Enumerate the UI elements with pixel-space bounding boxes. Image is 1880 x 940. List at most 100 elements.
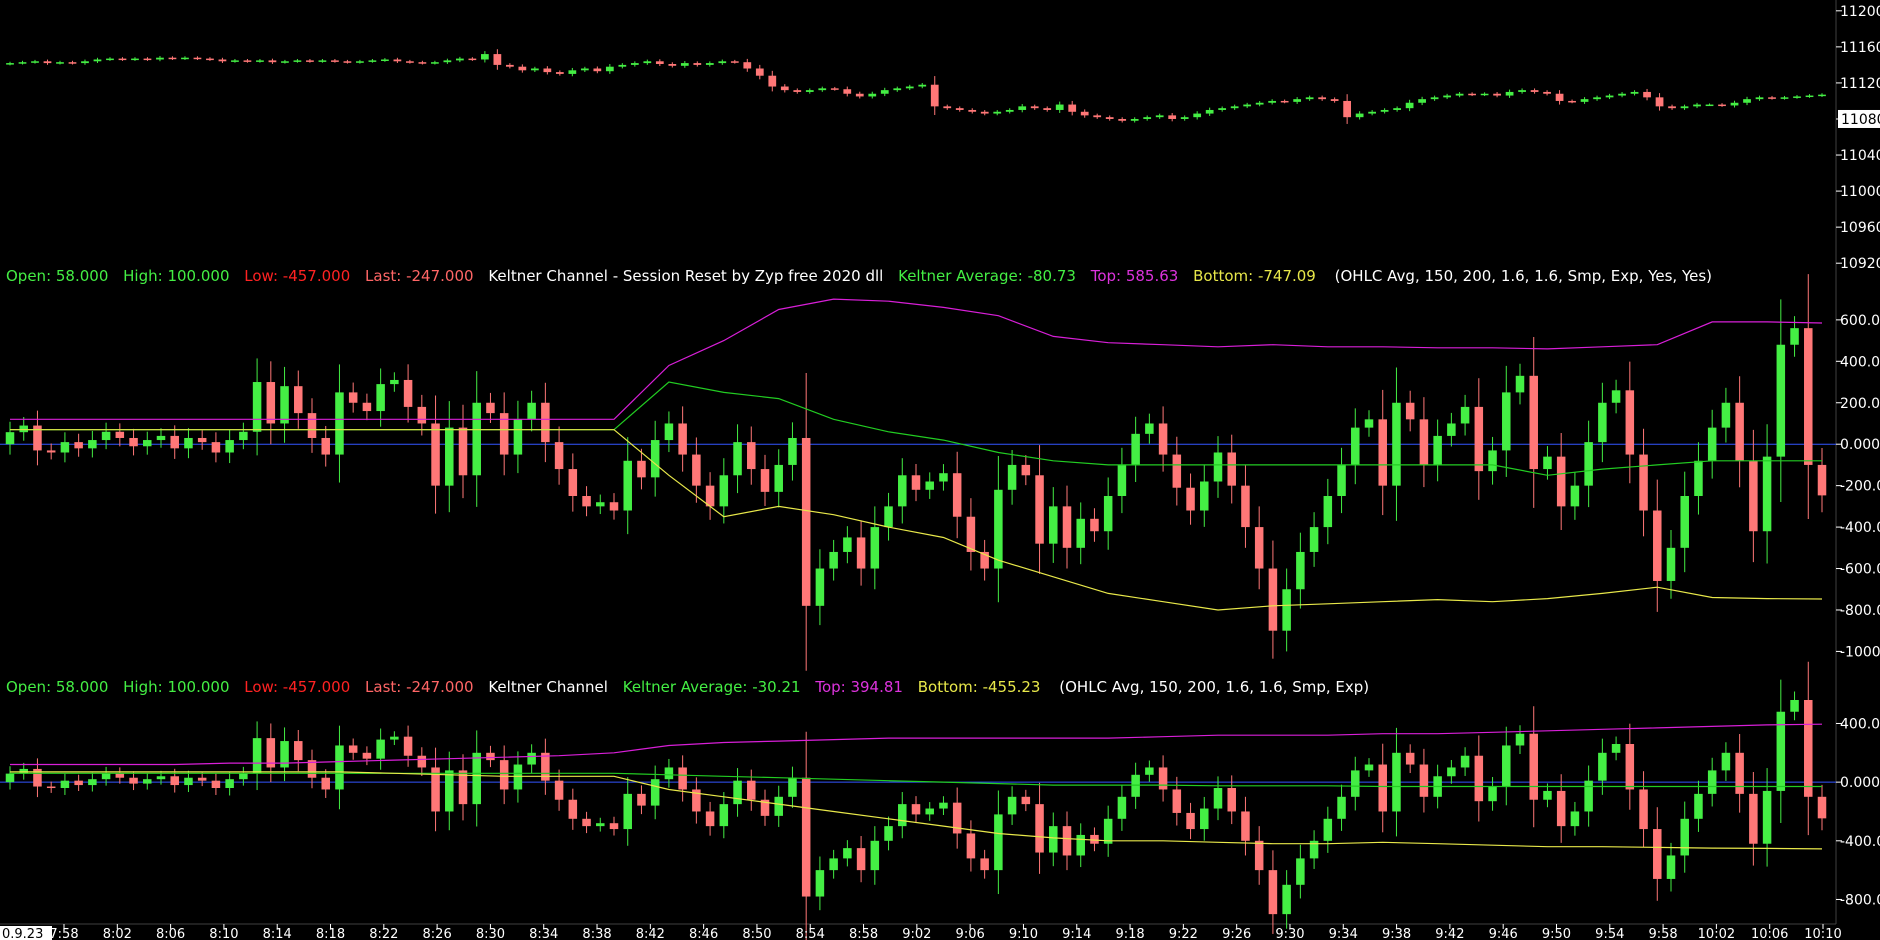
p2-tick-label: -600.0 xyxy=(1840,562,1880,578)
time-tick-label: 9:02 xyxy=(902,927,931,940)
time-tick-label: 9:06 xyxy=(956,927,985,940)
p2-tick-label: 200.0 xyxy=(1840,396,1880,412)
p2-candle xyxy=(1707,427,1717,461)
time-tick-label: 10:06 xyxy=(1751,927,1788,940)
price-candle xyxy=(1243,104,1252,107)
p2-candle xyxy=(760,469,770,492)
p3-candle xyxy=(815,870,825,897)
price-candle xyxy=(1768,97,1776,99)
price-candle xyxy=(518,66,527,71)
p2-candle xyxy=(1378,419,1387,486)
price-candle xyxy=(193,57,202,60)
p2-candle xyxy=(856,537,866,569)
p3-avg: Keltner Average: -30.21 xyxy=(623,678,801,696)
p3-candle xyxy=(129,777,138,784)
p3-candle xyxy=(445,770,454,812)
price-candle xyxy=(1655,97,1664,107)
p3-candle xyxy=(637,793,646,806)
p2-tick-label: 600.0 xyxy=(1840,313,1880,329)
p2-candle xyxy=(1790,328,1799,345)
p3-candle xyxy=(1158,767,1168,790)
p2-candle xyxy=(60,442,70,453)
price-candle xyxy=(1643,91,1651,98)
price-candle xyxy=(1693,104,1701,107)
price-candle xyxy=(331,60,339,62)
p3-candle xyxy=(1254,840,1264,871)
price-candle xyxy=(1355,113,1364,118)
p3-candle xyxy=(939,802,948,809)
time-tick-label: 8:34 xyxy=(529,927,558,940)
p3-candle xyxy=(1049,826,1058,853)
p2-candle xyxy=(1090,518,1099,532)
p2-candle xyxy=(101,431,111,441)
p2-candle xyxy=(870,527,880,569)
p3-candle xyxy=(390,736,399,740)
price-candle xyxy=(1143,117,1152,119)
p3-candle xyxy=(1625,744,1635,790)
p2-candle xyxy=(252,382,262,432)
price-candle xyxy=(630,63,639,65)
p3-candle xyxy=(143,779,152,784)
p3-candle xyxy=(650,779,660,806)
p3-tick-label: -400.0 xyxy=(1840,834,1880,850)
p2-candle xyxy=(554,442,564,470)
p2-candle xyxy=(898,475,907,507)
p3-candle xyxy=(568,799,578,819)
p2-candle xyxy=(815,568,825,606)
p2-candle xyxy=(197,437,207,443)
p3-candle xyxy=(1502,745,1511,787)
p2-candle xyxy=(1460,406,1470,424)
price-candle xyxy=(1543,91,1551,94)
p3-candle xyxy=(1337,796,1346,819)
price-candle xyxy=(1518,90,1526,92)
p3-candle xyxy=(239,773,248,780)
price-candle xyxy=(530,68,539,71)
price-candle xyxy=(1480,93,1489,96)
price-candle xyxy=(818,88,827,91)
p3-candle xyxy=(623,793,632,830)
price-candle xyxy=(343,61,352,63)
price-candle xyxy=(1318,97,1327,100)
p3-candle xyxy=(1735,752,1744,794)
p2-open: Open: 58.000 xyxy=(6,267,108,285)
time-tick-label: 8:06 xyxy=(156,927,185,940)
p2-candle xyxy=(1131,433,1140,465)
p2-candle xyxy=(843,537,852,552)
price-candle xyxy=(618,64,627,67)
p2-candle xyxy=(596,502,605,507)
p3-candle xyxy=(1611,744,1621,753)
price-candle xyxy=(281,61,289,63)
price-candle xyxy=(1618,93,1626,96)
p3-candle xyxy=(1241,811,1250,841)
price-candle xyxy=(6,63,14,65)
p3-tick-label: 400.0 xyxy=(1840,716,1880,732)
p3-candle xyxy=(1378,764,1387,812)
p2-candle xyxy=(1447,423,1456,436)
p2-candle xyxy=(335,392,344,455)
p2-candle xyxy=(801,437,811,606)
p3-candle xyxy=(966,833,976,859)
p2-candle xyxy=(1007,464,1017,490)
p2-candle xyxy=(445,427,454,486)
p3-candle xyxy=(335,745,344,790)
time-tick-label: 9:14 xyxy=(1062,927,1091,940)
price-candle xyxy=(443,60,452,63)
price-candle xyxy=(830,88,839,90)
p3-candle xyxy=(609,823,619,830)
p3-candle xyxy=(1529,733,1538,800)
p2-tick-label: 0.000 xyxy=(1840,437,1880,453)
price-candle xyxy=(843,89,852,94)
p2-candle xyxy=(1584,442,1593,486)
price-candle xyxy=(1780,97,1789,99)
p3-candle xyxy=(1680,818,1689,856)
p3-candle xyxy=(1653,829,1662,879)
p3-candle xyxy=(1721,752,1731,771)
p2-candle xyxy=(664,423,674,441)
p3-candle xyxy=(184,777,193,786)
price-candle xyxy=(905,86,914,89)
p3-candle xyxy=(1007,796,1017,815)
p3-candle xyxy=(733,780,742,805)
p2-candle xyxy=(472,402,481,476)
price-candle xyxy=(968,109,977,112)
price-candle xyxy=(181,57,189,60)
